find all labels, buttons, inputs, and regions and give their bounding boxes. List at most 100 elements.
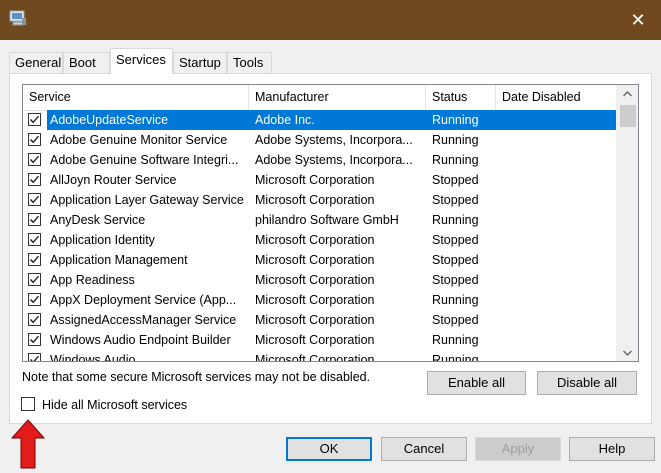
- tab-tools[interactable]: Tools: [227, 52, 272, 73]
- cancel-button[interactable]: Cancel: [381, 437, 467, 461]
- service-row[interactable]: Application Identity Microsoft Corporatio…: [23, 230, 617, 250]
- button-label: Enable all: [447, 375, 506, 390]
- service-manufacturer: Microsoft Corporation: [255, 193, 375, 207]
- service-name-cell: AssignedAccessManager Service: [47, 310, 247, 330]
- hide-microsoft-services-checkbox[interactable]: [21, 397, 35, 411]
- service-checkbox[interactable]: [28, 193, 41, 206]
- button-label: Help: [598, 441, 626, 456]
- column-label: Date Disabled: [502, 90, 581, 104]
- service-name-cell: Windows Audio Endpoint Builder: [47, 330, 247, 350]
- column-label: Manufacturer: [255, 90, 329, 104]
- service-status: Stopped: [432, 313, 479, 327]
- service-status: Running: [432, 113, 479, 127]
- service-row[interactable]: AnyDesk Service philandro Software GmbH Ru…: [23, 210, 617, 230]
- tab-label: Services: [116, 52, 166, 67]
- service-status: Stopped: [432, 273, 479, 287]
- ok-button[interactable]: OK: [286, 437, 372, 461]
- checkmark-icon: [29, 295, 40, 304]
- scroll-thumb[interactable]: [620, 105, 636, 127]
- service-row[interactable]: App Readiness Microsoft Corporation Stoppe…: [23, 270, 617, 290]
- service-manufacturer: Microsoft Corporation: [255, 273, 375, 287]
- service-checkbox[interactable]: [28, 253, 41, 266]
- service-row[interactable]: Windows Audio Microsoft Corporation Runnin…: [23, 350, 617, 362]
- service-checkbox[interactable]: [28, 353, 41, 361]
- close-button[interactable]: ✕: [615, 0, 661, 40]
- enable-all-button[interactable]: Enable all: [427, 371, 526, 395]
- service-checkbox[interactable]: [28, 173, 41, 186]
- service-row[interactable]: Application Layer Gateway Service Microso…: [23, 190, 617, 210]
- service-name: Adobe Genuine Monitor Service: [50, 133, 228, 147]
- service-checkbox[interactable]: [28, 213, 41, 226]
- tab-general[interactable]: General: [9, 52, 63, 73]
- service-manufacturer: Adobe Systems, Incorpora...: [255, 133, 413, 147]
- service-status: Stopped: [432, 173, 479, 187]
- service-checkbox[interactable]: [28, 293, 41, 306]
- list-header: Service Manufacturer Status Date Disable…: [23, 85, 617, 111]
- service-status: Running: [432, 293, 479, 307]
- tab-services[interactable]: Services: [110, 48, 173, 74]
- service-row[interactable]: Adobe Genuine Software Integri... Adobe S…: [23, 150, 617, 170]
- column-header-service[interactable]: Service: [23, 85, 249, 110]
- service-name: AllJoyn Router Service: [50, 173, 177, 187]
- checkmark-icon: [29, 275, 40, 284]
- service-checkbox[interactable]: [28, 333, 41, 346]
- service-status: Stopped: [432, 233, 479, 247]
- column-header-status[interactable]: Status: [426, 85, 496, 110]
- service-status: Running: [432, 133, 479, 147]
- service-row[interactable]: AllJoyn Router Service Microsoft Corporat…: [23, 170, 617, 190]
- service-status: Stopped: [432, 253, 479, 267]
- service-manufacturer: Microsoft Corporation: [255, 333, 375, 347]
- vertical-scrollbar[interactable]: [616, 85, 638, 361]
- service-status: Running: [432, 353, 479, 362]
- service-checkbox[interactable]: [28, 113, 41, 126]
- system-configuration-icon[interactable]: [9, 10, 27, 26]
- checkmark-icon: [29, 315, 40, 324]
- service-checkbox[interactable]: [28, 133, 41, 146]
- service-checkbox[interactable]: [28, 313, 41, 326]
- service-manufacturer: Microsoft Corporation: [255, 353, 375, 362]
- button-label: Apply: [501, 441, 535, 456]
- column-header-manufacturer[interactable]: Manufacturer: [249, 85, 426, 110]
- service-status: Running: [432, 213, 479, 227]
- services-list[interactable]: Service Manufacturer Status Date Disable…: [22, 84, 639, 362]
- service-row[interactable]: AppX Deployment Service (App... Microsoft…: [23, 290, 617, 310]
- service-manufacturer: Microsoft Corporation: [255, 313, 375, 327]
- checkmark-icon: [29, 135, 40, 144]
- service-checkbox[interactable]: [28, 153, 41, 166]
- service-row[interactable]: Adobe Genuine Monitor Service Adobe Syste…: [23, 130, 617, 150]
- checkmark-icon: [29, 335, 40, 344]
- checkmark-icon: [29, 255, 40, 264]
- service-manufacturer: philandro Software GmbH: [255, 213, 399, 227]
- service-row[interactable]: Windows Audio Endpoint Builder Microsoft …: [23, 330, 617, 350]
- service-name-cell: AllJoyn Router Service: [47, 170, 247, 190]
- service-name: Application Layer Gateway Service: [50, 193, 244, 207]
- service-checkbox[interactable]: [28, 273, 41, 286]
- button-label: OK: [319, 441, 339, 456]
- service-name: Windows Audio: [50, 353, 136, 362]
- service-name: Application Management: [50, 253, 188, 267]
- tab-boot[interactable]: Boot: [63, 52, 110, 73]
- scroll-down-button[interactable]: [617, 344, 638, 361]
- button-label: Disable all: [557, 375, 617, 390]
- disable-all-button[interactable]: Disable all: [537, 371, 637, 395]
- scroll-up-button[interactable]: [617, 85, 638, 102]
- service-name-cell: App Readiness: [47, 270, 247, 290]
- annotation-arrow-icon: [11, 419, 45, 469]
- tab-startup[interactable]: Startup: [173, 52, 227, 73]
- checkmark-icon: [29, 215, 40, 224]
- service-name: Adobe Genuine Software Integri...: [50, 153, 239, 167]
- service-name: Application Identity: [50, 233, 155, 247]
- service-row[interactable]: AdobeUpdateService Adobe Inc. Running: [23, 110, 617, 130]
- service-checkbox[interactable]: [28, 233, 41, 246]
- hide-microsoft-services-label[interactable]: Hide all Microsoft services: [42, 398, 187, 412]
- service-row[interactable]: AssignedAccessManager Service Microsoft C…: [23, 310, 617, 330]
- column-header-date-disabled[interactable]: Date Disabled: [496, 85, 617, 110]
- checkmark-icon: [29, 195, 40, 204]
- help-button[interactable]: Help: [569, 437, 655, 461]
- tab-label: General: [15, 55, 62, 70]
- service-name-cell: AppX Deployment Service (App...: [47, 290, 247, 310]
- service-name-cell: Application Identity: [47, 230, 247, 250]
- secure-services-note: Note that some secure Microsoft services…: [22, 370, 371, 384]
- service-row[interactable]: Application Management Microsoft Corporat…: [23, 250, 617, 270]
- service-rows: AdobeUpdateService Adobe Inc. Running Adobe…: [23, 110, 617, 362]
